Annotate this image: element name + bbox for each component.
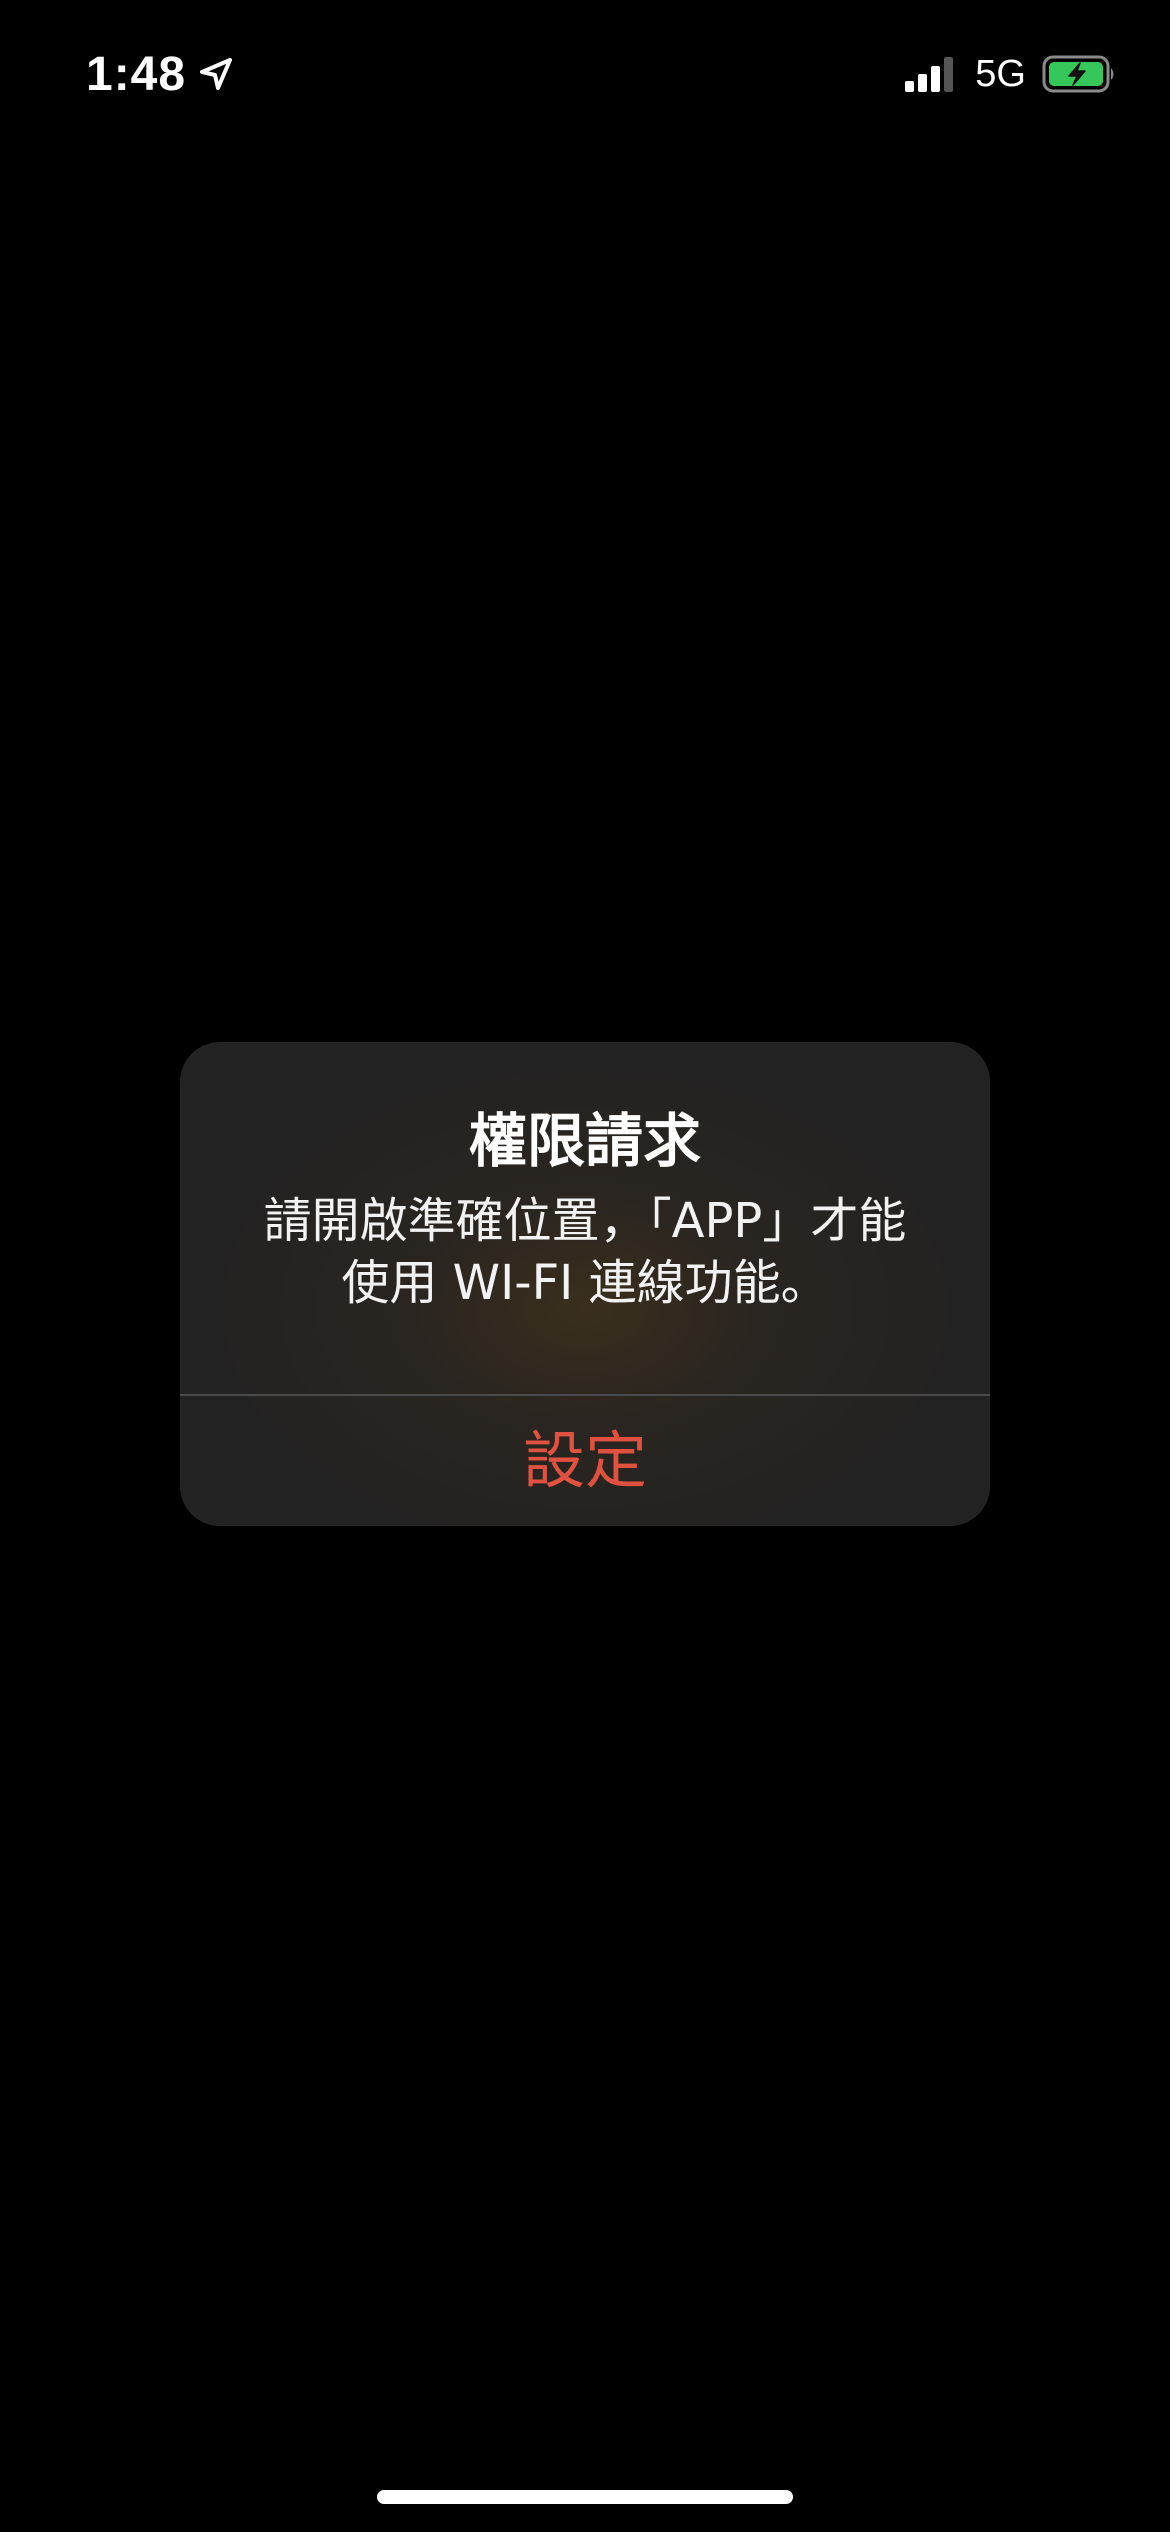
network-type: 5G	[975, 52, 1026, 95]
alert-title: 權限請求	[468, 1107, 701, 1175]
battery-charging-icon	[1042, 54, 1118, 94]
time-group: 1:48	[86, 44, 236, 104]
location-arrow-icon	[196, 54, 236, 94]
alert-content: 權限請求 請開啟準確位置，「APP」才能使用 WI-FI 連線功能。	[180, 1042, 990, 1394]
settings-button[interactable]: 設定	[180, 1396, 990, 1526]
permission-alert-dialog: 權限請求 請開啟準確位置，「APP」才能使用 WI-FI 連線功能。 設定	[180, 1042, 990, 1526]
status-indicators: 5G	[903, 46, 1118, 102]
settings-button-label: 設定	[522, 1424, 647, 1497]
status-time: 1:48	[86, 47, 187, 101]
home-indicator[interactable]	[377, 2490, 793, 2504]
status-bar: 1:48 5G	[0, 0, 1170, 150]
alert-message: 請開啟準確位置，「APP」才能使用 WI-FI 連線功能。	[263, 1193, 907, 1311]
cellular-signal-icon	[903, 54, 959, 94]
